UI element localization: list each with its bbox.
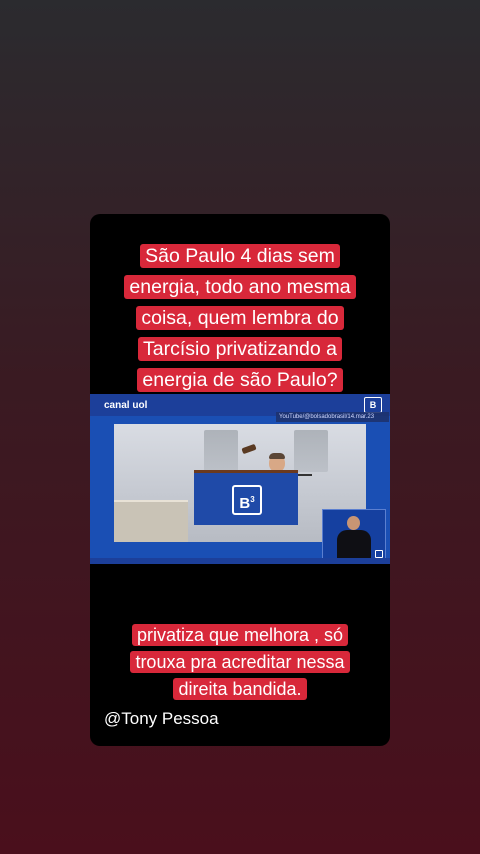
wall-panel (294, 430, 328, 472)
caption-line: Tarcísio privatizando a (137, 337, 342, 361)
video-bottom-bar (90, 558, 390, 564)
caption-line: São Paulo 4 dias sem (140, 244, 340, 268)
caption-line: coisa, quem lembra do (136, 306, 344, 330)
caption-line: privatiza que melhora , só (131, 624, 349, 646)
source-credit: YouTube/@bolsadobrasil/14.mar.23 (276, 412, 389, 422)
microphone (296, 474, 312, 476)
wall-panel (204, 430, 238, 472)
caption-line: energia de são Paulo? (137, 368, 343, 392)
caption-line: direita bandida. (173, 678, 307, 700)
desk (114, 500, 188, 542)
caption-line: trouxa pra acreditar nessa (130, 651, 350, 673)
podium: B3 (194, 470, 298, 525)
story-card: São Paulo 4 dias sem energia, todo ano m… (90, 214, 390, 746)
channel-logo: canal uol (104, 400, 148, 411)
caption-line: energia, todo ano mesma (124, 275, 356, 299)
top-caption: São Paulo 4 dias sem energia, todo ano m… (90, 241, 390, 396)
video-frame[interactable]: canal uol B YouTube/@bolsadobrasil/14.ma… (90, 394, 390, 564)
gavel-icon (241, 443, 257, 455)
accessibility-icon (375, 550, 383, 558)
b3-logo-small: B (364, 397, 382, 413)
author-handle[interactable]: @Tony Pessoa (104, 709, 219, 729)
b3-logo: B3 (232, 485, 262, 515)
sign-language-interpreter (322, 509, 386, 561)
bottom-caption: privatiza que melhora , só trouxa pra ac… (90, 622, 390, 703)
